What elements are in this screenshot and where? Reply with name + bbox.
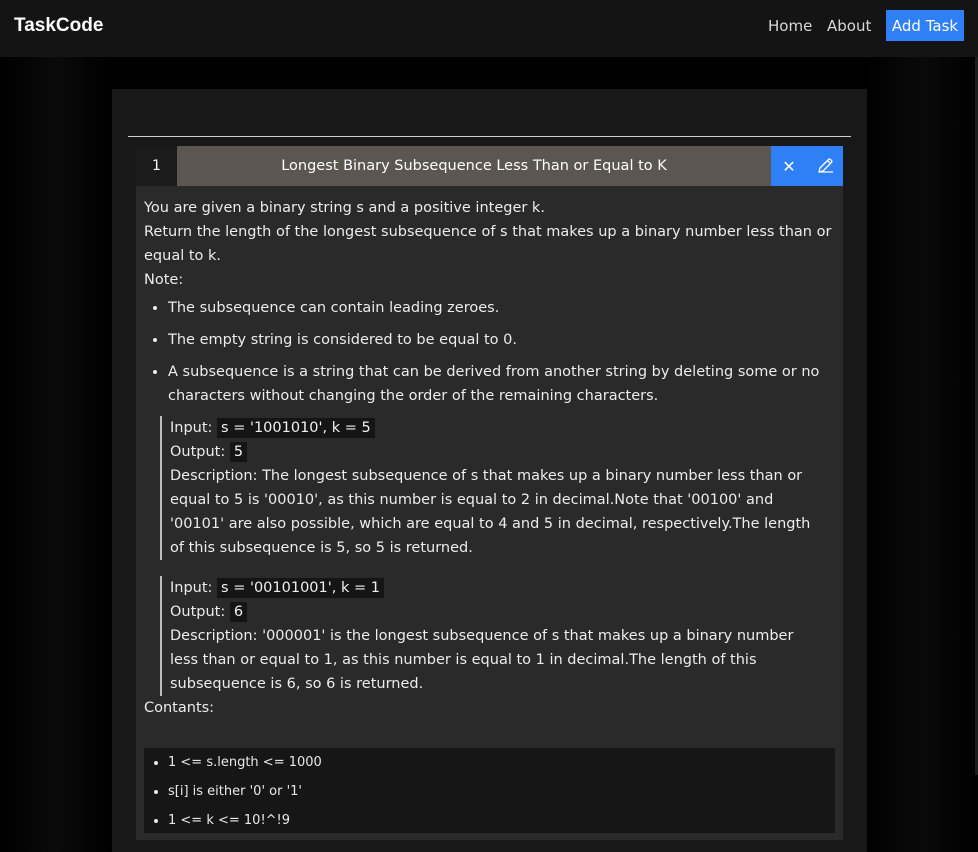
example-input: s = '1001010', k = 5 (217, 418, 375, 438)
constraints-box: 1 <= s.length <= 1000 s[i] is either '0'… (144, 748, 835, 833)
example-description: '000001' is the longest subsequence of s… (170, 628, 794, 692)
input-label: Input: (170, 420, 213, 436)
description-label: Description: (170, 468, 258, 484)
edit-task-button[interactable] (807, 146, 843, 186)
delete-task-button[interactable]: ✕ (771, 146, 807, 186)
navbar: TaskCode Home About Add Task (0, 0, 978, 57)
constraint-item: 1 <= k <= 10!^!9 (168, 810, 835, 839)
example-output: 6 (229, 602, 248, 622)
constraints-list: 1 <= s.length <= 1000 s[i] is either '0'… (144, 748, 835, 839)
divider (128, 136, 851, 137)
task-title[interactable]: Longest Binary Subsequence Less Than or … (177, 146, 771, 186)
description-line: Return the length of the longest subsequ… (144, 224, 832, 264)
example-output: 5 (229, 442, 248, 462)
pencil-icon (818, 158, 833, 173)
input-label: Input: (170, 580, 213, 596)
description-label: Description: (170, 628, 258, 644)
output-label: Output: (170, 444, 226, 460)
add-task-button[interactable]: Add Task (886, 10, 964, 41)
constraints-label: Contants: (144, 700, 215, 716)
note-item: A subsequence is a string that can be de… (168, 360, 834, 408)
example-description: The longest subsequence of s that makes … (170, 468, 811, 556)
note-label: Note: (144, 272, 184, 288)
task-number: 1 (136, 146, 177, 186)
description-line: You are given a binary string s and a po… (144, 200, 545, 216)
task-list-container: 1 Longest Binary Subsequence Less Than o… (112, 89, 867, 852)
background-right (867, 57, 978, 852)
notes-list: The subsequence can contain leading zero… (144, 296, 834, 408)
task-description: You are given a binary string s and a po… (144, 196, 834, 720)
note-item: The empty string is considered to be equ… (168, 328, 834, 352)
example-block: Input: s = '00101001', k = 1 Output: 6 D… (160, 576, 820, 696)
task-card: 1 Longest Binary Subsequence Less Than o… (136, 146, 843, 840)
nav-about-link[interactable]: About (827, 17, 871, 35)
output-label: Output: (170, 604, 226, 620)
note-item: The subsequence can contain leading zero… (168, 296, 834, 320)
constraint-item: s[i] is either '0' or '1' (168, 781, 835, 810)
example-block: Input: s = '1001010', k = 5 Output: 5 De… (160, 416, 820, 560)
brand-logo[interactable]: TaskCode (14, 15, 103, 37)
close-icon: ✕ (782, 156, 796, 176)
constraint-item: 1 <= s.length <= 1000 (168, 752, 835, 781)
background-left (0, 57, 112, 852)
nav-home-link[interactable]: Home (768, 17, 812, 35)
example-input: s = '00101001', k = 1 (217, 578, 384, 598)
task-card-header: 1 Longest Binary Subsequence Less Than o… (136, 146, 843, 186)
